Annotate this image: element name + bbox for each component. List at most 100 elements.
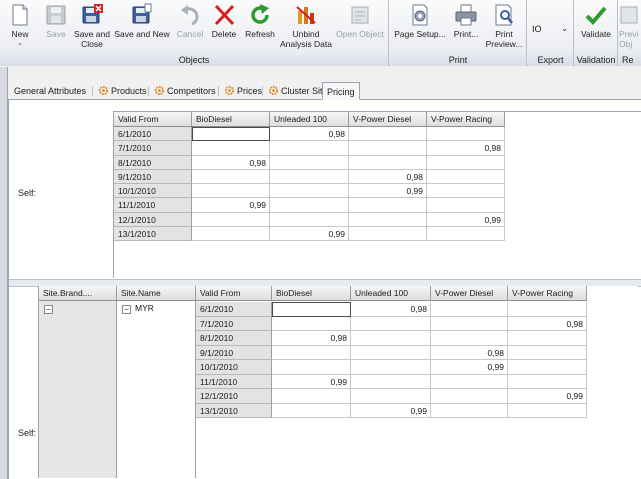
price-cell[interactable] <box>270 212 349 227</box>
io-dropdown[interactable]: IO ⌄ <box>532 22 570 36</box>
price-cell[interactable] <box>351 316 431 331</box>
price-cell[interactable]: 0,98 <box>431 345 508 360</box>
save-and-close-button[interactable]: Save and Close <box>72 2 112 52</box>
price-cell[interactable] <box>349 127 427 142</box>
tab-competitors[interactable]: Competitors <box>150 82 220 100</box>
price-cell[interactable]: 0,98 <box>508 316 587 331</box>
price-cell[interactable] <box>351 360 431 375</box>
price-cell[interactable] <box>427 127 505 142</box>
price-cell[interactable] <box>349 155 427 170</box>
price-cell[interactable] <box>270 155 349 170</box>
price-cell[interactable] <box>192 212 270 227</box>
price-cell[interactable]: 0,99 <box>272 374 351 389</box>
column-header[interactable]: Unleaded 100 <box>351 286 431 301</box>
price-cell[interactable] <box>427 198 505 213</box>
price-cell[interactable] <box>427 226 505 241</box>
price-cell[interactable] <box>431 331 508 346</box>
price-cell[interactable] <box>272 345 351 360</box>
price-cell[interactable] <box>272 316 351 331</box>
price-cell[interactable] <box>508 302 587 317</box>
column-header[interactable]: BioDiesel <box>192 112 270 127</box>
column-header-valid-from[interactable]: Valid From <box>114 112 192 127</box>
price-cell[interactable]: 0,98 <box>192 155 270 170</box>
validate-button[interactable]: Validate <box>576 2 616 52</box>
price-cell[interactable] <box>427 169 505 184</box>
price-cell[interactable]: 0,98 <box>351 302 431 317</box>
price-cell[interactable] <box>427 184 505 199</box>
print-button[interactable]: Print... <box>446 2 486 52</box>
collapse-group-icon[interactable]: − <box>122 305 131 314</box>
price-cell[interactable] <box>192 226 270 241</box>
price-cell[interactable]: 0,98 <box>427 141 505 156</box>
price-cell[interactable] <box>270 184 349 199</box>
price-cell[interactable] <box>349 212 427 227</box>
price-cell[interactable]: 0,99 <box>349 184 427 199</box>
price-cell[interactable] <box>431 302 508 317</box>
tab-products[interactable]: Products <box>94 82 151 100</box>
price-cell[interactable] <box>431 403 508 418</box>
price-cell[interactable] <box>349 226 427 241</box>
price-cell[interactable] <box>431 374 508 389</box>
tab-general-attributes[interactable]: General Attributes <box>10 82 90 100</box>
price-cell[interactable] <box>272 389 351 404</box>
price-cell[interactable]: 0,99 <box>270 226 349 241</box>
price-cell[interactable] <box>351 389 431 404</box>
price-cell[interactable] <box>192 184 270 199</box>
price-cell[interactable] <box>349 198 427 213</box>
price-cell[interactable] <box>351 331 431 346</box>
column-header[interactable]: V-Power Diesel <box>431 286 508 301</box>
row-date-cell: 8/1/2010 <box>114 155 192 170</box>
price-cell[interactable] <box>192 169 270 184</box>
price-cell[interactable]: 0,99 <box>431 360 508 375</box>
refresh-button[interactable]: Refresh <box>240 2 280 52</box>
tab-label: General Attributes <box>14 86 87 96</box>
save-and-new-button[interactable]: Save and New <box>114 2 170 52</box>
price-cell[interactable] <box>270 141 349 156</box>
price-cell[interactable] <box>272 302 351 317</box>
price-cell[interactable] <box>508 403 587 418</box>
price-cell[interactable] <box>351 345 431 360</box>
column-header-site-brand[interactable]: Site.Brand.... <box>39 286 117 301</box>
preview-object-button[interactable]: Previ Obj <box>619 2 641 52</box>
price-cell[interactable] <box>270 198 349 213</box>
unbind-analysis-data-button[interactable]: Unbind Analysis Data <box>278 2 334 52</box>
price-cell[interactable] <box>427 155 505 170</box>
price-cell[interactable]: 0,98 <box>272 331 351 346</box>
save-disk-icon <box>46 5 66 25</box>
delete-button[interactable]: Delete <box>204 2 244 52</box>
price-cell[interactable] <box>270 169 349 184</box>
price-cell[interactable]: 0,99 <box>351 403 431 418</box>
price-cell[interactable] <box>508 374 587 389</box>
price-cell[interactable] <box>272 360 351 375</box>
price-cell[interactable] <box>431 316 508 331</box>
price-cell[interactable] <box>508 331 587 346</box>
price-cell[interactable]: 0,99 <box>192 198 270 213</box>
page-setup-button[interactable]: Page Setup... <box>392 2 448 52</box>
collapse-group-icon[interactable]: − <box>44 305 53 314</box>
price-cell[interactable] <box>351 374 431 389</box>
print-preview-button[interactable]: Print Preview... <box>484 2 524 52</box>
column-header[interactable]: V-Power Racing <box>427 112 505 127</box>
price-cell[interactable]: 0,98 <box>349 169 427 184</box>
price-cell[interactable] <box>431 389 508 404</box>
price-cell[interactable] <box>508 345 587 360</box>
tab-prices[interactable]: Prices <box>220 82 266 100</box>
price-cell[interactable] <box>349 141 427 156</box>
price-cell[interactable]: 0,99 <box>427 212 505 227</box>
price-cell[interactable] <box>192 127 270 142</box>
column-header[interactable]: V-Power Diesel <box>349 112 427 127</box>
price-cell[interactable] <box>192 141 270 156</box>
price-cell[interactable] <box>272 403 351 418</box>
column-header[interactable]: BioDiesel <box>272 286 351 301</box>
column-header[interactable]: Unleaded 100 <box>270 112 349 127</box>
tab-pricing[interactable]: Pricing <box>322 82 360 100</box>
save-button[interactable]: Save <box>36 2 76 52</box>
open-object-button[interactable]: Open Object <box>334 2 386 52</box>
price-cell[interactable]: 0,98 <box>270 127 349 142</box>
column-header-valid-from[interactable]: Valid From <box>196 286 272 301</box>
column-header-site-name[interactable]: Site.Name <box>117 286 196 301</box>
price-cell[interactable] <box>508 360 587 375</box>
new-button[interactable]: New ⌄ <box>0 2 40 52</box>
price-cell[interactable]: 0,99 <box>508 389 587 404</box>
column-header[interactable]: V-Power Racing <box>508 286 587 301</box>
